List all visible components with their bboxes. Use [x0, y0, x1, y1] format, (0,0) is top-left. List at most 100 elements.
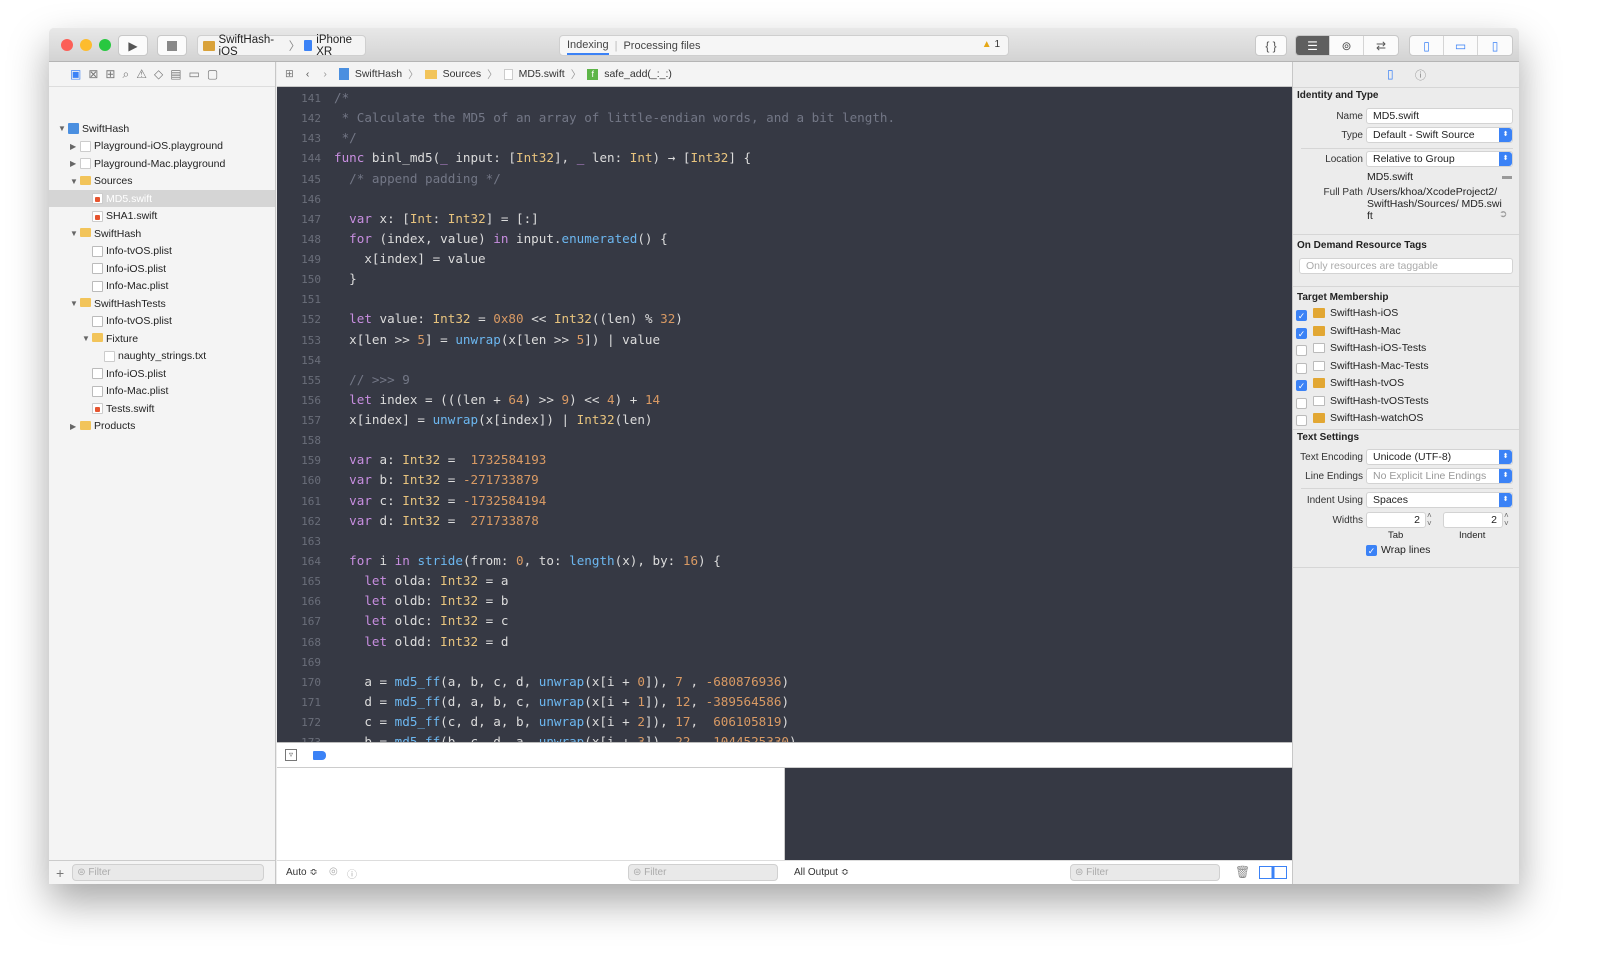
tree-item[interactable]: ▶ Playground-Mac.playground — [49, 155, 275, 172]
tree-item[interactable]: Info-Mac.plist — [49, 278, 275, 295]
tree-item[interactable]: SHA1.swift — [49, 208, 275, 225]
disclosure-down-icon[interactable]: ▼ — [70, 229, 78, 238]
search-icon[interactable]: ⌕ — [122, 67, 129, 82]
tree-item[interactable]: ▼ Fixture — [49, 330, 275, 347]
output-popup[interactable]: All Output ≎ — [794, 867, 849, 878]
disclosure-right-icon[interactable]: ▶ — [70, 422, 76, 431]
tags-input[interactable]: Only resources are taggable — [1299, 258, 1513, 274]
code-line[interactable]: 141 /* — [277, 90, 349, 110]
file-inspector-tab-icon[interactable]: ▯ — [1387, 67, 1394, 81]
code-line[interactable]: 162 var d: Int32 = 271733878 — [277, 513, 539, 533]
code-line[interactable]: 148 for (index, value) in input.enumerat… — [277, 231, 668, 251]
code-line[interactable]: 150 } — [277, 271, 357, 291]
tree-item[interactable]: ▶ Playground-iOS.playground — [49, 138, 275, 155]
target-checkbox[interactable] — [1296, 415, 1307, 426]
type-popup[interactable]: Default - Swift Source ⬍ — [1366, 127, 1513, 143]
warning-indicator[interactable]: ▲ 1 — [982, 39, 1000, 50]
back-icon[interactable]: ‹ — [306, 68, 310, 80]
target-checkbox[interactable] — [1296, 362, 1307, 374]
code-line[interactable]: 149 x[index] = value — [277, 251, 486, 271]
scheme-selector[interactable]: SwiftHash-iOS 〉 iPhone XR — [197, 34, 366, 58]
indent-width-field[interactable]: 2 — [1443, 512, 1503, 528]
indent-using-popup[interactable]: Spaces ⬍ — [1366, 492, 1513, 508]
tab-width-stepper[interactable]: ˄ ˅ — [1427, 512, 1432, 528]
tree-item[interactable]: ▼ SwiftHash — [49, 225, 275, 242]
code-line[interactable]: 173 b = md5_ff(b, c, d, a, unwrap(x[i + … — [277, 734, 796, 742]
info-icon[interactable]: ⓘ — [347, 866, 357, 881]
hide-debug-area-icon[interactable]: ▿ — [285, 749, 297, 761]
tree-item[interactable]: ▼ SwiftHash — [49, 120, 275, 137]
run-button[interactable]: ▶ — [118, 35, 148, 56]
code-line[interactable]: 151 — [277, 291, 334, 311]
code-line[interactable]: 147 var x: [Int: Int32] = [:] — [277, 211, 539, 231]
code-line[interactable]: 156 let index = (((len + 64) >> 9) << 4)… — [277, 392, 660, 412]
tree-item[interactable]: Tests.swift — [49, 400, 275, 417]
code-line[interactable]: 168 let oldd: Int32 = d — [277, 634, 508, 654]
disclosure-down-icon[interactable]: ▼ — [82, 334, 90, 343]
tree-item[interactable]: ▼ SwiftHashTests — [49, 295, 275, 312]
tree-item[interactable]: Info-iOS.plist — [49, 260, 275, 277]
view-toggle-control[interactable]: ▯ ▭ ▯ — [1409, 35, 1513, 56]
indent-width-stepper[interactable]: ˄ ˅ — [1504, 512, 1509, 528]
line-endings-popup[interactable]: No Explicit Line Endings ⬍ — [1366, 468, 1513, 484]
tree-item[interactable]: Info-tvOS.plist — [49, 313, 275, 330]
reveal-arrow-icon[interactable]: ➲ — [1499, 209, 1507, 220]
code-line[interactable]: 165 let olda: Int32 = a — [277, 573, 508, 593]
target-checkbox[interactable]: ✓ — [1296, 310, 1307, 321]
scheme-name[interactable]: SwiftHash-iOS — [219, 34, 285, 58]
wrap-lines-checkbox[interactable]: ✓ — [1366, 545, 1377, 556]
disclosure-right-icon[interactable]: ▶ — [70, 142, 76, 151]
variables-filter-input[interactable]: ⊜ Filter — [628, 864, 778, 881]
code-line[interactable]: 144 func binl_md5(_ input: [Int32], _ len… — [277, 150, 751, 170]
close-button[interactable] — [61, 39, 73, 51]
code-line[interactable]: 160 var b: Int32 = -271733879 — [277, 472, 539, 492]
tree-item[interactable]: naughty_strings.txt — [49, 348, 275, 365]
code-line[interactable]: 145 /* append padding */ — [277, 171, 501, 191]
version-editor-icon[interactable]: ⇄ — [1364, 36, 1398, 55]
disclosure-down-icon[interactable]: ▼ — [70, 177, 78, 186]
code-line[interactable]: 159 var a: Int32 = 1732584193 — [277, 452, 546, 472]
code-line[interactable]: 171 d = md5_ff(d, a, b, c, unwrap(x[i + … — [277, 694, 789, 714]
disclosure-down-icon[interactable]: ▼ — [70, 299, 78, 308]
code-line[interactable]: 164 for i in stride(from: 0, to: length(… — [277, 553, 721, 573]
code-line[interactable]: 163 — [277, 533, 334, 553]
navigator-filter-input[interactable]: ⊜ Filter — [72, 864, 265, 881]
editor-mode-control[interactable]: ☰ ⊚ ⇄ — [1295, 35, 1399, 56]
console-filter-input[interactable]: ⊜ Filter — [1070, 864, 1220, 881]
trash-icon[interactable]: 🗑 — [1235, 865, 1250, 879]
tab-width-field[interactable]: 2 — [1366, 512, 1426, 528]
source-control-icon[interactable]: ⊠ — [88, 67, 98, 81]
code-line[interactable]: 143 */ — [277, 130, 357, 150]
code-line[interactable]: 161 var c: Int32 = -1732584194 — [277, 493, 546, 513]
quick-look-icon[interactable]: ◎ — [329, 866, 338, 877]
inspector-toggle-icon[interactable]: ▯ — [1478, 36, 1512, 55]
code-line[interactable]: 158 — [277, 432, 334, 452]
tree-item[interactable]: ▶ Products — [49, 418, 275, 435]
code-line[interactable]: 167 let oldc: Int32 = c — [277, 613, 508, 633]
assistant-editor-icon[interactable]: ⊚ — [1330, 36, 1364, 55]
code-line[interactable]: 170 a = md5_ff(a, b, c, d, unwrap(x[i + … — [277, 674, 789, 694]
jump-project[interactable]: SwiftHash — [355, 68, 402, 80]
add-icon[interactable]: + — [56, 865, 64, 881]
help-icon[interactable]: ⓘ — [1415, 67, 1426, 83]
name-field[interactable]: MD5.swift — [1366, 108, 1513, 124]
code-line[interactable]: 166 let oldb: Int32 = b — [277, 593, 508, 613]
forward-icon[interactable]: › — [323, 68, 327, 80]
target-checkbox[interactable] — [1296, 397, 1307, 409]
code-line[interactable]: 153 x[len >> 5] = unwrap(x[len >> 5]) | … — [277, 332, 660, 352]
disclosure-down-icon[interactable]: ▼ — [58, 124, 66, 133]
issue-icon[interactable]: ⚠ — [136, 67, 147, 81]
breakpoints-toggle-icon[interactable] — [313, 751, 326, 760]
code-line[interactable]: 157 x[index] = unwrap(x[index]) | Int32(… — [277, 412, 652, 432]
jump-file[interactable]: MD5.swift — [519, 68, 565, 80]
code-line[interactable]: 154 — [277, 352, 334, 372]
code-line[interactable]: 172 c = md5_ff(c, d, a, b, unwrap(x[i + … — [277, 714, 789, 734]
library-button[interactable]: { } — [1255, 35, 1287, 56]
tree-item[interactable]: MD5.swift — [49, 190, 275, 207]
report-icon[interactable]: ▢ — [207, 67, 218, 81]
folder-browse-icon[interactable]: ▬ — [1502, 171, 1512, 182]
tree-item[interactable]: Info-Mac.plist — [49, 383, 275, 400]
encoding-popup[interactable]: Unicode (UTF-8) ⬍ — [1366, 449, 1513, 465]
code-line[interactable]: 142 * Calculate the MD5 of an array of l… — [277, 110, 895, 130]
folder-icon[interactable]: ▣ — [70, 67, 81, 81]
